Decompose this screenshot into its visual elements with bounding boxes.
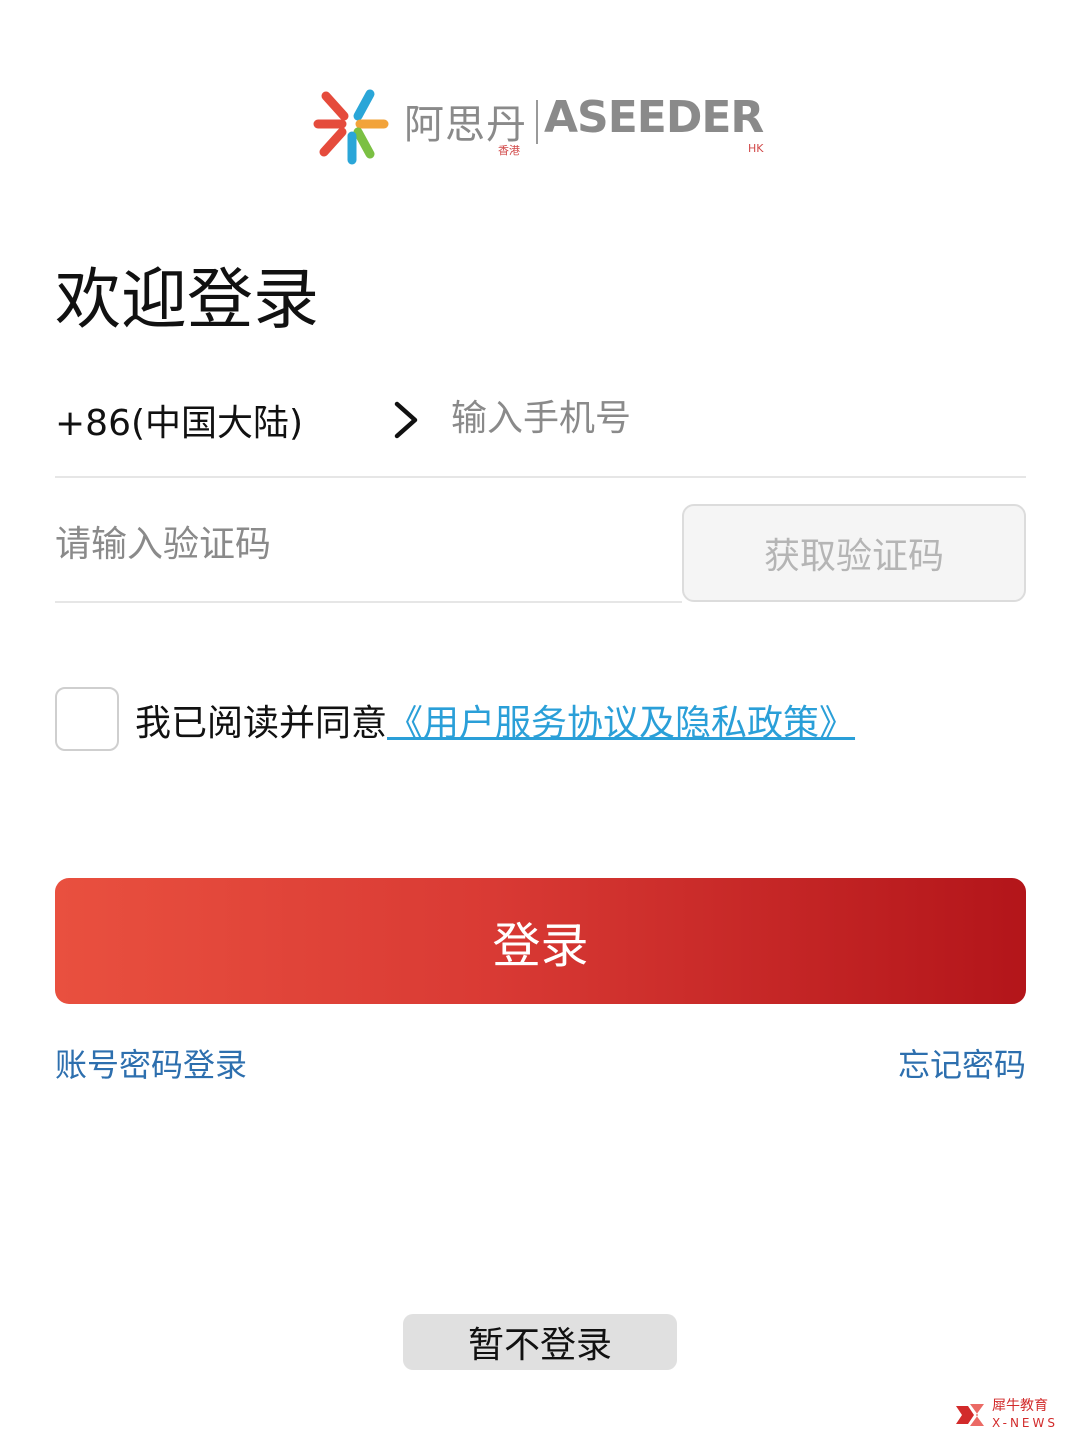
brand-name-en: ASEEDER [544, 92, 764, 143]
phone-input[interactable] [451, 388, 1011, 448]
logo-divider [536, 100, 538, 144]
verification-code-row [55, 500, 682, 603]
country-code-selector[interactable]: +86(中国大陆) [55, 394, 303, 446]
agreement-link[interactable]: 《用户服务协议及隐私政策》 [387, 703, 855, 744]
forgot-password-link[interactable]: 忘记密码 [898, 1040, 1026, 1086]
agreement-row: 我已阅读并同意《用户服务协议及隐私政策》 [55, 686, 1026, 752]
watermark-sub: X-NEWS [992, 1416, 1058, 1430]
verification-code-input[interactable] [55, 514, 655, 574]
login-button[interactable]: 登录 [55, 878, 1026, 1004]
watermark: 犀牛教育 X-NEWS [954, 1398, 1074, 1434]
phone-row: +86(中国大陆) [55, 370, 1026, 478]
brand-name-en-sub: HK [748, 142, 764, 155]
page-title: 欢迎登录 [55, 261, 319, 338]
skip-login-button[interactable]: 暂不登录 [403, 1314, 677, 1370]
get-code-button[interactable]: 获取验证码 [682, 504, 1026, 602]
chevron-right-icon[interactable] [391, 398, 421, 442]
brand-logo: 阿思丹 香港 ASEEDER HK [312, 86, 772, 166]
rhino-logo-icon [956, 1404, 984, 1426]
agreement-checkbox[interactable] [55, 687, 119, 751]
agreement-text: 我已阅读并同意 [135, 703, 388, 744]
asterisk-logo-icon [313, 89, 389, 165]
agreement-text-wrap: 我已阅读并同意《用户服务协议及隐私政策》 [135, 694, 855, 746]
brand-name-cn-sub: 香港 [498, 144, 520, 157]
account-password-login-link[interactable]: 账号密码登录 [55, 1040, 247, 1086]
watermark-text: 犀牛教育 [992, 1398, 1048, 1414]
